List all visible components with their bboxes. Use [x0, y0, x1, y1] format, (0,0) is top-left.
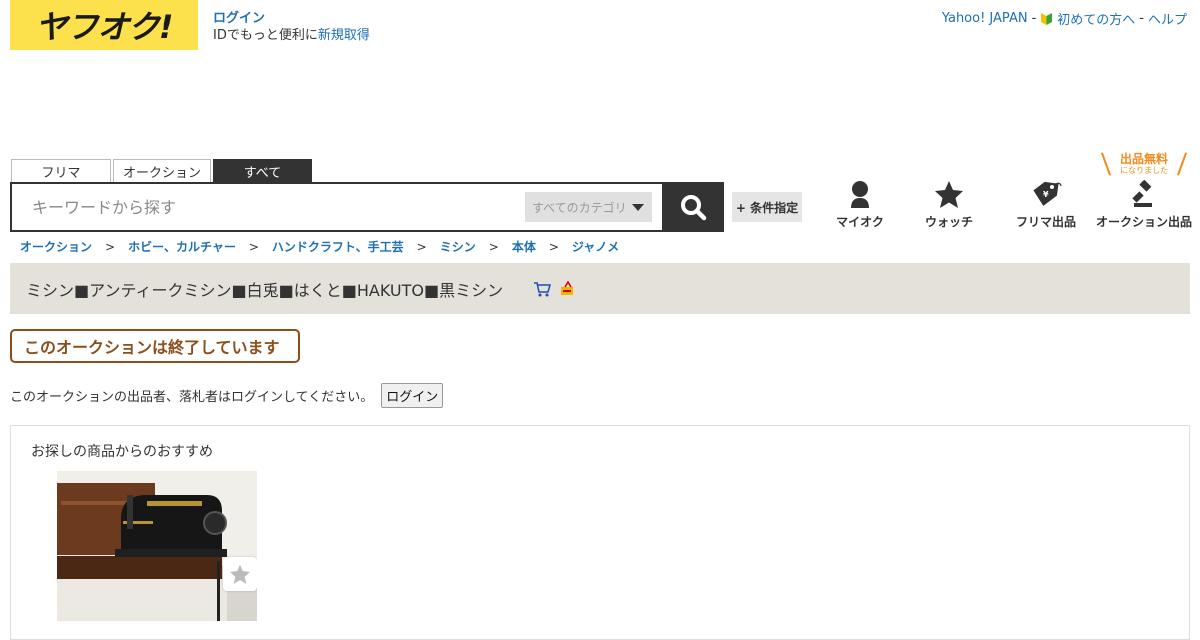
- category-select[interactable]: すべてのカテゴリ: [525, 192, 652, 222]
- tab-auction[interactable]: オークション: [113, 159, 211, 182]
- shipping-icon: [561, 280, 574, 295]
- title-icons: [533, 280, 577, 297]
- yahoo-japan-link[interactable]: Yahoo! JAPAN: [942, 11, 1028, 26]
- login-sub: IDでもっと便利に新規取得: [213, 27, 370, 44]
- login-notice-text: このオークションの出品者、落札者はログインしてください。: [10, 390, 374, 405]
- recommendation-box: お探しの商品からのおすすめ: [10, 425, 1190, 640]
- watch-button[interactable]: ウォッチ: [899, 180, 999, 230]
- price-tag-icon: ¥: [1033, 181, 1062, 206]
- login-box: ログイン IDでもっと便利に新規取得: [213, 10, 370, 44]
- logo-text: ヤフオク!: [35, 8, 174, 46]
- breadcrumb-item[interactable]: ハンドクラフト、手工芸: [272, 238, 404, 255]
- category-select-label: すべてのカテゴリ: [532, 200, 627, 215]
- breadcrumb-separator: >: [105, 239, 116, 254]
- link-separator: -: [1031, 11, 1037, 26]
- login-sub-text: IDでもっと便利に: [213, 28, 318, 43]
- recommended-item[interactable]: [57, 471, 257, 621]
- item-title-bar: ミシン■アンティークミシン■白兎■はくと■HAKUTO■黒ミシン: [10, 263, 1190, 314]
- breadcrumb-separator: >: [416, 239, 427, 254]
- free-badge-sub: になりました: [1120, 166, 1168, 175]
- myauc-button[interactable]: マイオク: [810, 180, 910, 230]
- breadcrumb-separator: >: [488, 239, 499, 254]
- flea-listing-label: フリマ出品: [1015, 215, 1076, 229]
- yahuoku-logo[interactable]: ヤフオク!: [10, 0, 198, 50]
- search-tabs: フリマ オークション すべて: [11, 159, 312, 182]
- beginner-mark-icon: [1041, 13, 1053, 25]
- tab-all[interactable]: すべて: [213, 159, 312, 182]
- recommendation-title: お探しの商品からのおすすめ: [31, 444, 213, 460]
- breadcrumb-separator: >: [248, 239, 259, 254]
- beginner-link[interactable]: 初めての方へ: [1057, 9, 1135, 28]
- star-icon: [935, 181, 963, 208]
- login-notice: このオークションの出品者、落札者はログインしてください。 ログイン: [10, 383, 444, 408]
- auction-listing-button[interactable]: オークション出品: [1094, 180, 1194, 230]
- auction-ended-badge: このオークションは終了しています: [10, 329, 300, 363]
- breadcrumb-item[interactable]: 本体: [512, 238, 536, 255]
- search-icon: [681, 195, 707, 221]
- search-box: すべてのカテゴリ: [10, 182, 724, 232]
- watch-star-button[interactable]: [223, 557, 257, 591]
- sewing-machine-image: [57, 471, 257, 621]
- myauc-label: マイオク: [836, 215, 884, 229]
- login-link[interactable]: ログイン: [213, 10, 370, 27]
- watch-label: ウォッチ: [924, 215, 973, 229]
- free-badge-main: 出品無料: [1119, 152, 1168, 166]
- help-link[interactable]: ヘルプ: [1148, 9, 1187, 28]
- cart-icon: [534, 281, 552, 296]
- star-icon: [230, 564, 250, 584]
- auction-listing-label: オークション出品: [1095, 215, 1192, 229]
- person-icon: [851, 181, 869, 208]
- free-listing-badge: 出品無料 になりました: [1100, 152, 1188, 178]
- breadcrumb-item[interactable]: ジャノメ: [572, 238, 619, 255]
- breadcrumb-item[interactable]: オークション: [20, 238, 92, 255]
- chevron-down-icon: [631, 203, 644, 211]
- breadcrumb: オークション > ホビー、カルチャー > ハンドクラフト、手工芸 > ミシン >…: [20, 238, 619, 255]
- breadcrumb-item[interactable]: ホビー、カルチャー: [128, 238, 236, 255]
- link-separator: -: [1139, 11, 1144, 26]
- breadcrumb-item[interactable]: ミシン: [440, 238, 476, 255]
- breadcrumb-separator: >: [548, 239, 559, 254]
- register-link[interactable]: 新規取得: [318, 28, 370, 43]
- gavel-icon: [1132, 180, 1152, 207]
- condition-button[interactable]: + 条件指定: [732, 192, 802, 222]
- top-links: Yahoo! JAPAN - 初めての方へ - ヘルプ: [942, 9, 1187, 28]
- login-button[interactable]: ログイン: [381, 383, 444, 408]
- item-title: ミシン■アンティークミシン■白兎■はくと■HAKUTO■黒ミシン: [26, 280, 504, 300]
- search-button[interactable]: [662, 182, 724, 232]
- flea-listing-button[interactable]: ¥ フリマ出品: [996, 180, 1096, 230]
- tab-flea[interactable]: フリマ: [11, 159, 111, 182]
- svg-text:¥: ¥: [1043, 190, 1049, 199]
